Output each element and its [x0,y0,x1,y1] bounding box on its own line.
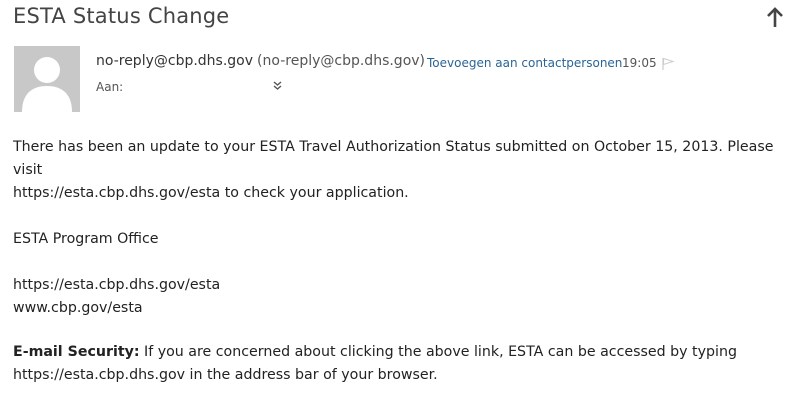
sender-display: (no-reply@cbp.dhs.gov) [257,53,426,69]
email-body: There has been an update to your ESTA Tr… [13,136,789,387]
security-note: E-mail Security: If you are concerned ab… [13,341,789,364]
link-esta: https://esta.cbp.dhs.gov/esta [13,277,221,293]
sender-avatar [14,46,80,112]
flag-icon[interactable] [661,57,675,71]
email-subject: ESTA Status Change [13,4,230,28]
signature: ESTA Program Office [13,231,159,247]
link-cbp: www.cbp.gov/esta [13,300,143,316]
security-label: E-mail Security: [13,344,140,360]
up-arrow-icon[interactable] [764,6,786,30]
to-label: Aan: [96,80,124,94]
sent-time: 19:05 [622,56,657,70]
security-note-line2: https://esta.cbp.dhs.gov in the address … [13,367,438,383]
sender-line: no-reply@cbp.dhs.gov (no-reply@cbp.dhs.go… [96,53,425,69]
security-text: If you are concerned about clicking the … [139,344,737,360]
body-paragraph-line: https://esta.cbp.dhs.gov/esta to check y… [13,185,409,201]
person-avatar-icon [22,57,72,112]
double-chevron-down-icon[interactable] [273,81,282,91]
body-paragraph-line: There has been an update to your ESTA Tr… [13,139,774,178]
sender-address[interactable]: no-reply@cbp.dhs.gov [96,53,253,69]
add-to-contacts-link[interactable]: Toevoegen aan contactpersonen [427,56,622,70]
